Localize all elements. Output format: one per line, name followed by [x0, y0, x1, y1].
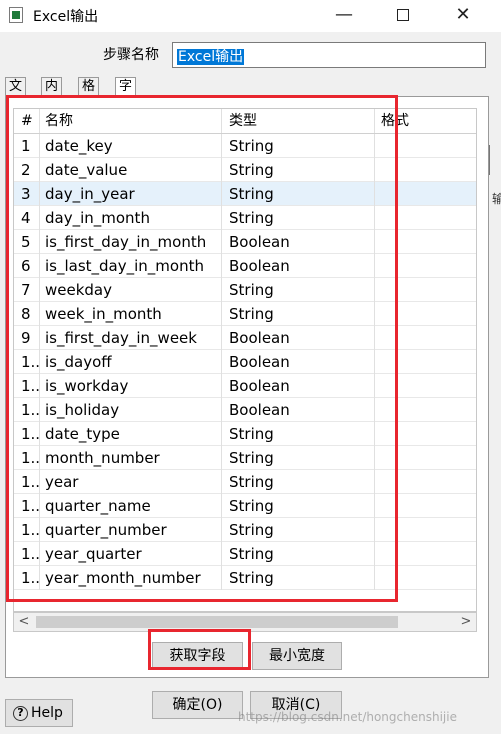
- step-name-value: Excel输出: [177, 49, 245, 65]
- scroll-left-icon[interactable]: <: [14, 613, 34, 631]
- maximize-button[interactable]: [380, 0, 426, 32]
- ok-button[interactable]: 确定(O): [152, 691, 243, 719]
- window-title: Excel输出: [33, 9, 99, 25]
- highlight-box-table: [6, 95, 398, 602]
- highlight-box-get-fields: [148, 629, 251, 670]
- minimize-button[interactable]: —: [321, 0, 367, 32]
- background-window-text: 输: [492, 192, 501, 206]
- title-bar: Excel输出 — ✕: [0, 0, 501, 32]
- close-button[interactable]: ✕: [440, 0, 486, 32]
- background-window-edge: [489, 145, 501, 175]
- maximize-icon: [397, 9, 409, 21]
- tab-format[interactable]: 格式: [78, 77, 100, 112]
- watermark: https://blog.csdn.net/hongchenshijie: [238, 710, 457, 724]
- tab-content[interactable]: 内容: [41, 77, 63, 112]
- excel-file-icon: [9, 7, 23, 23]
- help-button[interactable]: ? Help: [5, 699, 73, 727]
- scroll-right-icon[interactable]: >: [456, 613, 476, 631]
- step-name-input[interactable]: Excel输出: [172, 42, 486, 68]
- min-width-button[interactable]: 最小宽度: [252, 642, 342, 670]
- scrollbar-thumb[interactable]: [36, 616, 398, 628]
- step-name-label: 步骤名称: [103, 47, 159, 63]
- help-icon: ?: [13, 705, 28, 721]
- tab-file[interactable]: 文件: [5, 77, 27, 112]
- help-label: Help: [31, 705, 63, 721]
